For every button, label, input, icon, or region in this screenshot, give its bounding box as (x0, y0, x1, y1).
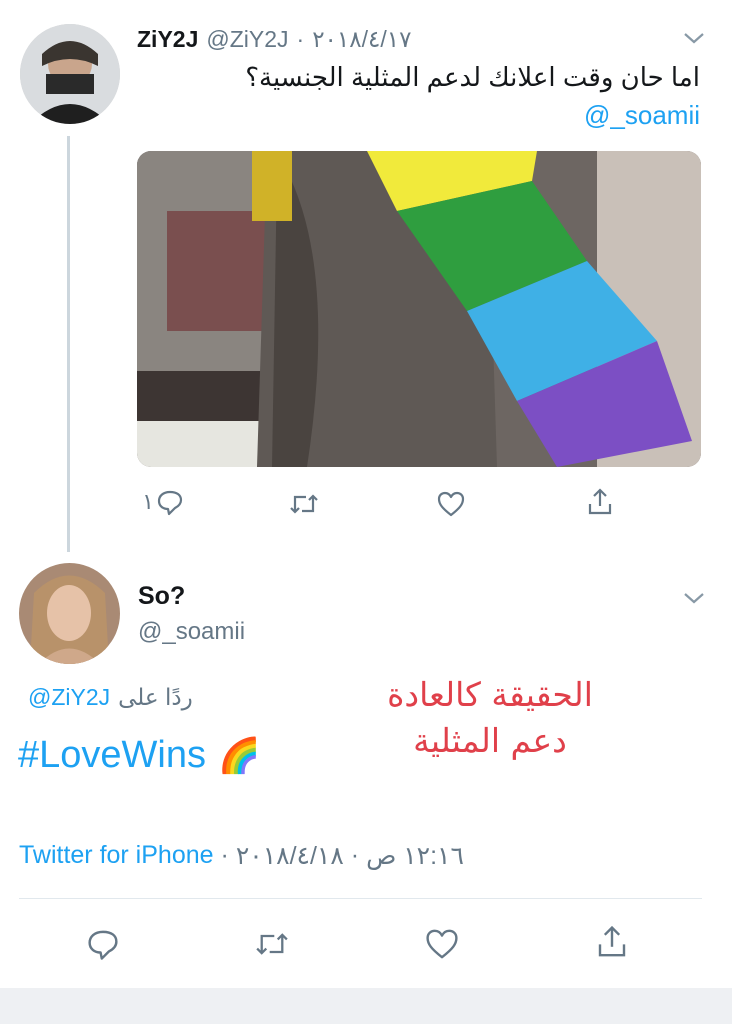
replying-to-label: ردًا على (118, 684, 193, 710)
retweet-icon (256, 933, 288, 955)
hashtag-link[interactable]: #LoveWins (18, 734, 206, 777)
parent-share-button[interactable] (580, 482, 620, 522)
reply-reply-button[interactable] (83, 924, 123, 964)
parent-date: ٢٠١٨/٤/١٧ (312, 25, 412, 52)
reply-like-button[interactable] (422, 924, 462, 964)
chevron-down-icon[interactable] (682, 30, 706, 46)
parent-display-name[interactable]: ZiY2J (137, 26, 198, 53)
avatar-parent[interactable] (20, 24, 120, 124)
reply-icon (88, 930, 118, 960)
tweet-time: ١٢:١٦ ص (366, 842, 464, 870)
rainbow-emoji: 🌈 (217, 736, 261, 775)
parent-tweet-text: اما حان وقت اعلانك لدعم المثلية الجنسية؟ (245, 62, 700, 92)
avatar-reply[interactable] (19, 563, 120, 664)
tweet-date: ٢٠١٨/٤/١٨ (235, 842, 344, 870)
replying-to-handle[interactable]: @ZiY2J (28, 684, 110, 711)
tweet-media-image[interactable] (137, 151, 701, 467)
parent-retweet-button[interactable] (284, 484, 324, 524)
tweet-source-link[interactable]: Twitter for iPhone (19, 841, 214, 871)
like-icon (437, 491, 465, 517)
divider (19, 898, 702, 899)
chevron-down-icon[interactable] (682, 590, 706, 606)
parent-separator: · (296, 25, 305, 52)
meta-separator: · (350, 841, 360, 869)
reply-display-name[interactable]: So? (138, 582, 185, 611)
reply-handle[interactable]: @_soamii (138, 618, 245, 646)
like-icon (426, 929, 458, 959)
annotation-line-1: الحقيقة كالعادة (387, 675, 593, 714)
retweet-icon (290, 494, 318, 514)
reply-share-button[interactable] (592, 922, 632, 962)
parent-reply-count: ١ (142, 489, 154, 514)
thread-connector-line (67, 136, 70, 552)
parent-reply-button[interactable]: ١ (138, 482, 188, 522)
share-icon (598, 925, 626, 957)
reply-icon (157, 490, 183, 516)
bottom-bar (0, 988, 732, 1024)
share-icon (588, 488, 612, 515)
parent-mention-link[interactable]: @_soamii (584, 98, 700, 132)
parent-like-button[interactable] (431, 484, 471, 524)
meta-separator: · (220, 841, 229, 869)
annotation-line-2: دعم المثلية (413, 721, 567, 760)
parent-handle[interactable]: @ZiY2J (206, 26, 288, 53)
reply-retweet-button[interactable] (252, 924, 292, 964)
